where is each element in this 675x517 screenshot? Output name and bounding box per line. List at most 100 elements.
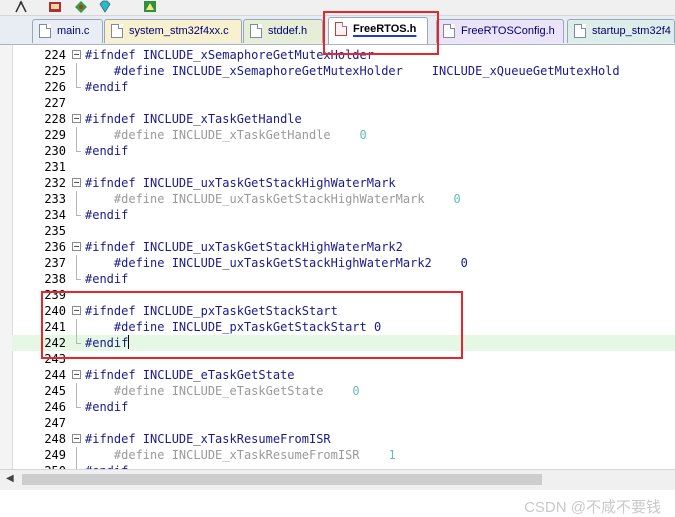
code-text: #define INCLUDE_xTaskResumeFromISR 1 [85, 447, 396, 463]
code-line[interactable]: 233 #define INCLUDE_uxTaskGetStackHighWa… [12, 191, 675, 207]
scroll-left-icon[interactable]: ◀ [6, 473, 14, 484]
code-line[interactable]: 230 #endif [12, 143, 675, 159]
code-line[interactable]: 246 #endif [12, 399, 675, 415]
code-text: #define INCLUDE_pxTaskGetStackStart 0 [85, 319, 381, 335]
code-content: #define INCLUDE_xSemaphoreGetMutexHolder… [85, 64, 620, 78]
code-line[interactable]: 243 [12, 351, 675, 367]
line-number: 224 [44, 48, 66, 62]
map-icon[interactable] [143, 0, 157, 13]
code-text: #endif [85, 271, 128, 287]
code-content: #define INCLUDE_uxTaskGetStackHighWaterM… [85, 192, 454, 206]
fold-guide [76, 127, 77, 143]
code-content: #ifndef INCLUDE_xTaskResumeFromISR [85, 432, 331, 446]
line-number: 249 [44, 448, 66, 462]
code-line[interactable]: 225 #define INCLUDE_xSemaphoreGetMutexHo… [12, 63, 675, 79]
code-text: #define INCLUDE_uxTaskGetStackHighWaterM… [85, 255, 468, 271]
code-content: #define INCLUDE_xTaskResumeFromISR [85, 448, 389, 462]
line-number: 233 [44, 192, 66, 206]
code-line[interactable]: 242 #endif [12, 335, 675, 351]
line-number: 232 [44, 176, 66, 190]
fold-end-guide [76, 335, 81, 344]
file-icon [443, 24, 455, 38]
code-content: #ifndef INCLUDE_pxTaskGetStackStart [85, 304, 338, 318]
line-number: 248 [44, 432, 66, 446]
macro-value: 0 [453, 192, 461, 206]
code-content: #ifndef INCLUDE_uxTaskGetStackHighWaterM… [85, 240, 403, 254]
code-content: #endif [85, 400, 129, 414]
code-line[interactable]: 238 #endif [12, 271, 675, 287]
fold-end-guide [76, 143, 81, 152]
code-text: #endif [85, 207, 128, 223]
line-number: 227 [44, 96, 66, 110]
build-icon[interactable] [14, 0, 28, 13]
fold-collapse-icon[interactable] [72, 178, 81, 187]
line-number: 226 [44, 80, 66, 94]
scrollbar-thumb[interactable] [22, 474, 542, 485]
code-line[interactable]: 231 [12, 159, 675, 175]
code-editor[interactable]: 224 #ifndef INCLUDE_xSemaphoreGetMutexHol… [0, 45, 675, 469]
fold-collapse-icon[interactable] [72, 370, 81, 379]
code-line[interactable]: 241 #define INCLUDE_pxTaskGetStackStart … [12, 319, 675, 335]
tab-startup-stm32f4[interactable]: startup_stm32f4 [567, 19, 675, 43]
line-number: 246 [44, 400, 66, 414]
gem-icon[interactable] [98, 0, 112, 13]
code-line[interactable]: 232 #ifndef INCLUDE_uxTaskGetStackHighWat… [12, 175, 675, 191]
line-number: 235 [44, 224, 66, 238]
code-content: #ifndef INCLUDE_eTaskGetState [85, 368, 295, 382]
fold-end-guide [76, 399, 81, 408]
code-line[interactable]: 235 [12, 223, 675, 239]
load-icon[interactable] [48, 0, 62, 13]
debug-icon[interactable] [74, 0, 88, 13]
code-content: #ifndef INCLUDE_xTaskGetHandle [85, 112, 302, 126]
fold-collapse-icon[interactable] [72, 306, 81, 315]
fold-collapse-icon[interactable] [72, 50, 81, 59]
macro-value: 0 [352, 384, 360, 398]
tab-freertosconfig-h[interactable]: FreeRTOSConfig.h [436, 19, 564, 43]
fold-collapse-icon[interactable] [72, 114, 81, 123]
horizontal-scrollbar[interactable]: ◀ [0, 469, 675, 490]
fold-collapse-icon[interactable] [72, 242, 81, 251]
code-line[interactable]: 224 #ifndef INCLUDE_xSemaphoreGetMutexHol… [12, 47, 675, 63]
code-text: #ifndef INCLUDE_eTaskGetState [85, 367, 295, 383]
code-content: #ifndef INCLUDE_xSemaphoreGetMutexHolder [85, 48, 374, 62]
code-line[interactable]: 245 #define INCLUDE_eTaskGetState 0 [12, 383, 675, 399]
code-text: #ifndef INCLUDE_pxTaskGetStackStart [85, 303, 338, 319]
tab-stddef-h[interactable]: stddef.h [243, 19, 323, 43]
tab-label: stddef.h [268, 25, 308, 37]
code-line[interactable]: 228 #ifndef INCLUDE_xTaskGetHandle [12, 111, 675, 127]
code-line[interactable]: 236 #ifndef INCLUDE_uxTaskGetStackHighWat… [12, 239, 675, 255]
fold-guide [76, 63, 77, 79]
code-text: #ifndef INCLUDE_uxTaskGetStackHighWaterM… [85, 175, 396, 191]
code-text: #define INCLUDE_uxTaskGetStackHighWaterM… [85, 191, 461, 207]
fold-guide [76, 383, 77, 399]
code-text: #ifndef INCLUDE_xTaskResumeFromISR [85, 431, 331, 447]
code-content: #define INCLUDE_pxTaskGetStackStart 0 [85, 320, 382, 334]
code-text: #ifndef INCLUDE_uxTaskGetStackHighWaterM… [85, 239, 403, 255]
line-number: 239 [44, 288, 66, 302]
tab-freertos-h[interactable]: FreeRTOS.h [328, 17, 428, 44]
fold-collapse-icon[interactable] [72, 434, 81, 443]
line-number: 242 [44, 336, 66, 350]
line-number: 243 [44, 352, 66, 366]
line-number: 238 [44, 272, 66, 286]
code-line[interactable]: 248 #ifndef INCLUDE_xTaskResumeFromISR [12, 431, 675, 447]
code-line[interactable]: 237 #define INCLUDE_uxTaskGetStackHighWa… [12, 255, 675, 271]
code-text: #define INCLUDE_eTaskGetState 0 [85, 383, 360, 399]
code-line[interactable]: 249 #define INCLUDE_xTaskResumeFromISR 1 [12, 447, 675, 463]
code-line[interactable]: 244 #ifndef INCLUDE_eTaskGetState [12, 367, 675, 383]
code-content: #define INCLUDE_eTaskGetState [85, 384, 353, 398]
tab-label: FreeRTOS.h [353, 23, 417, 35]
tab-main-c[interactable]: main.c [32, 19, 103, 43]
code-line[interactable]: 227 [12, 95, 675, 111]
code-line[interactable]: 234 #endif [12, 207, 675, 223]
tab-system-stm32f4xx-c[interactable]: system_stm32f4xx.c [104, 19, 242, 43]
line-number: 237 [44, 256, 66, 270]
code-line[interactable]: 247 [12, 415, 675, 431]
file-icon [574, 24, 586, 38]
code-line[interactable]: 229 #define INCLUDE_xTaskGetHandle 0 [12, 127, 675, 143]
fold-guide [76, 319, 77, 335]
code-line[interactable]: 240 #ifndef INCLUDE_pxTaskGetStackStart [12, 303, 675, 319]
code-line[interactable]: 239 [12, 287, 675, 303]
code-content: #endif [85, 80, 129, 94]
code-line[interactable]: 226 #endif [12, 79, 675, 95]
